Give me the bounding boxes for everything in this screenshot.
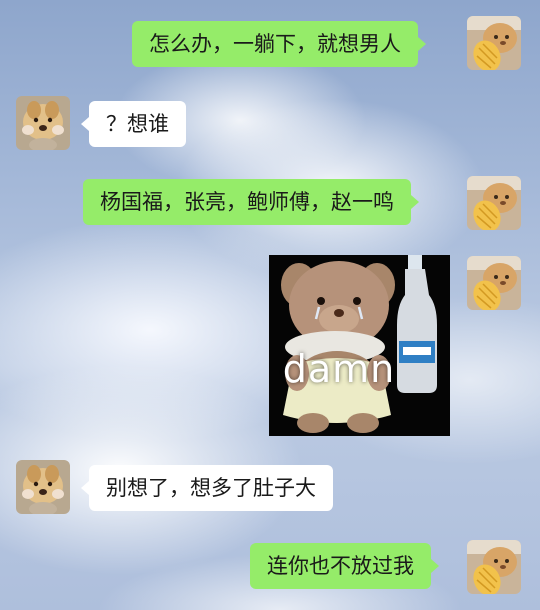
message-bubble-received[interactable]: ？想谁 [81, 101, 186, 147]
avatar-self[interactable] [467, 176, 521, 230]
sticker-image[interactable]: damn [269, 255, 450, 436]
avatar-contact[interactable] [16, 460, 70, 514]
sticker-caption: damn [282, 347, 396, 391]
avatar-self[interactable] [467, 540, 521, 594]
avatar-self[interactable] [467, 256, 521, 310]
message-bubble-sent[interactable]: 怎么办，一躺下，就想男人 [132, 21, 426, 67]
avatar-self[interactable] [467, 16, 521, 70]
message-bubble-sent[interactable]: 连你也不放过我 [250, 543, 439, 589]
message-bubble-sent[interactable]: 杨国福，张亮，鲍师傅，赵一鸣 [83, 179, 419, 225]
message-bubble-received[interactable]: 别想了，想多了肚子大 [81, 465, 333, 511]
avatar-contact[interactable] [16, 96, 70, 150]
